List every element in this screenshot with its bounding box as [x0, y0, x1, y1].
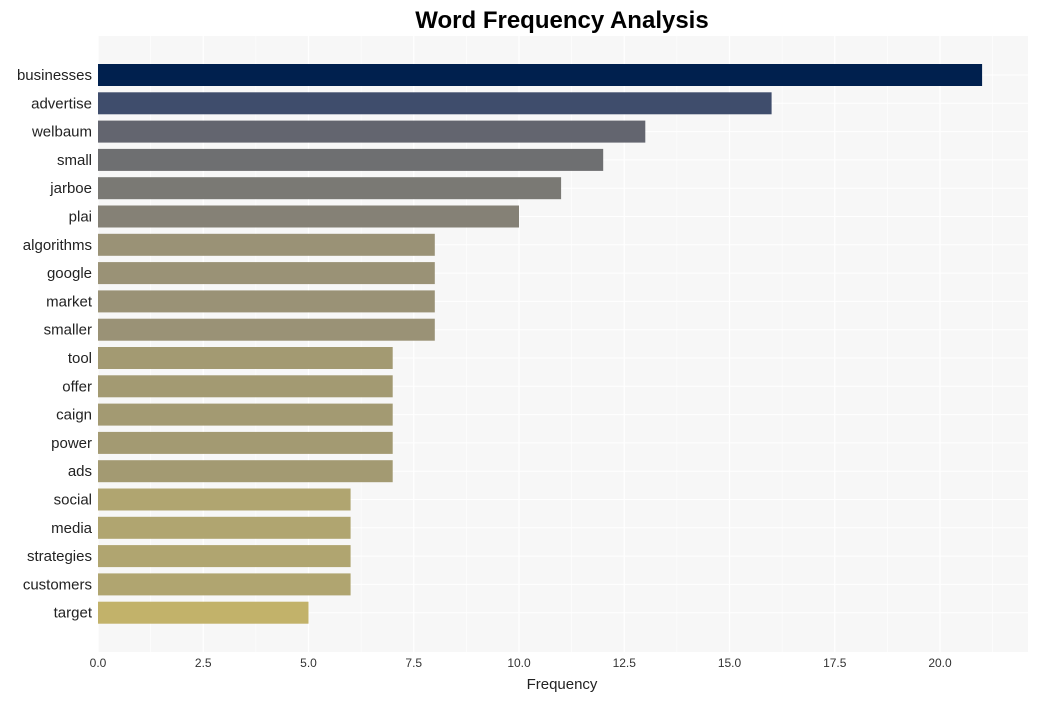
y-tick-label: social [54, 492, 92, 509]
bar-customers [98, 573, 351, 596]
y-tick-label: google [47, 265, 92, 282]
y-tick-label: offer [62, 378, 92, 395]
y-tick-label: market [46, 293, 93, 310]
y-tick-label: caign [56, 407, 92, 424]
chart-title: Word Frequency Analysis [415, 7, 708, 34]
y-tick-label: smaller [44, 322, 92, 339]
y-tick-label: media [51, 520, 93, 537]
x-tick-label: 10.0 [507, 656, 531, 670]
bar-caign [98, 403, 393, 426]
bar-google [98, 262, 435, 285]
bar-advertise [98, 92, 772, 115]
y-tick-label: welbaum [31, 124, 92, 141]
x-tick-label: 17.5 [823, 656, 847, 670]
bar-offer [98, 375, 393, 398]
word-frequency-chart: Word Frequency Analysis businesses advert… [0, 0, 1037, 701]
x-tick-label: 7.5 [405, 656, 422, 670]
bar-plai [98, 205, 519, 228]
y-tick-label: jarboe [49, 180, 92, 197]
bar-strategies [98, 545, 351, 568]
bar-smaller [98, 318, 435, 341]
y-tick-label: strategies [27, 548, 92, 565]
x-tick-label: 0.0 [90, 656, 107, 670]
bar-target [98, 601, 309, 624]
x-tick-label: 2.5 [195, 656, 212, 670]
y-tick-label: power [51, 435, 92, 452]
bar-businesses [98, 64, 983, 86]
y-tick-label: algorithms [23, 237, 92, 254]
x-tick-label: 15.0 [718, 656, 742, 670]
bar-small [98, 148, 604, 171]
y-tick-label: advertise [31, 95, 92, 112]
bar-jarboe [98, 177, 562, 200]
y-tick-label: businesses [17, 67, 92, 84]
x-tick-label: 20.0 [928, 656, 952, 670]
y-tick-label: customers [23, 576, 92, 593]
bar-welbaum [98, 120, 646, 143]
y-tick-label: target [54, 605, 93, 622]
bar-algorithms [98, 233, 435, 256]
y-tick-label: small [57, 152, 92, 169]
y-tick-label: ads [68, 463, 92, 480]
y-tick-label: plai [69, 209, 92, 226]
bar-media [98, 516, 351, 539]
bar-ads [98, 460, 393, 483]
x-tick-label: 12.5 [613, 656, 637, 670]
y-tick-label: tool [68, 350, 92, 367]
x-axis-label: Frequency [527, 676, 598, 693]
bar-social [98, 488, 351, 511]
x-tick-label: 5.0 [300, 656, 317, 670]
bar-power [98, 431, 393, 454]
bar-tool [98, 347, 393, 369]
bar-market [98, 290, 435, 313]
